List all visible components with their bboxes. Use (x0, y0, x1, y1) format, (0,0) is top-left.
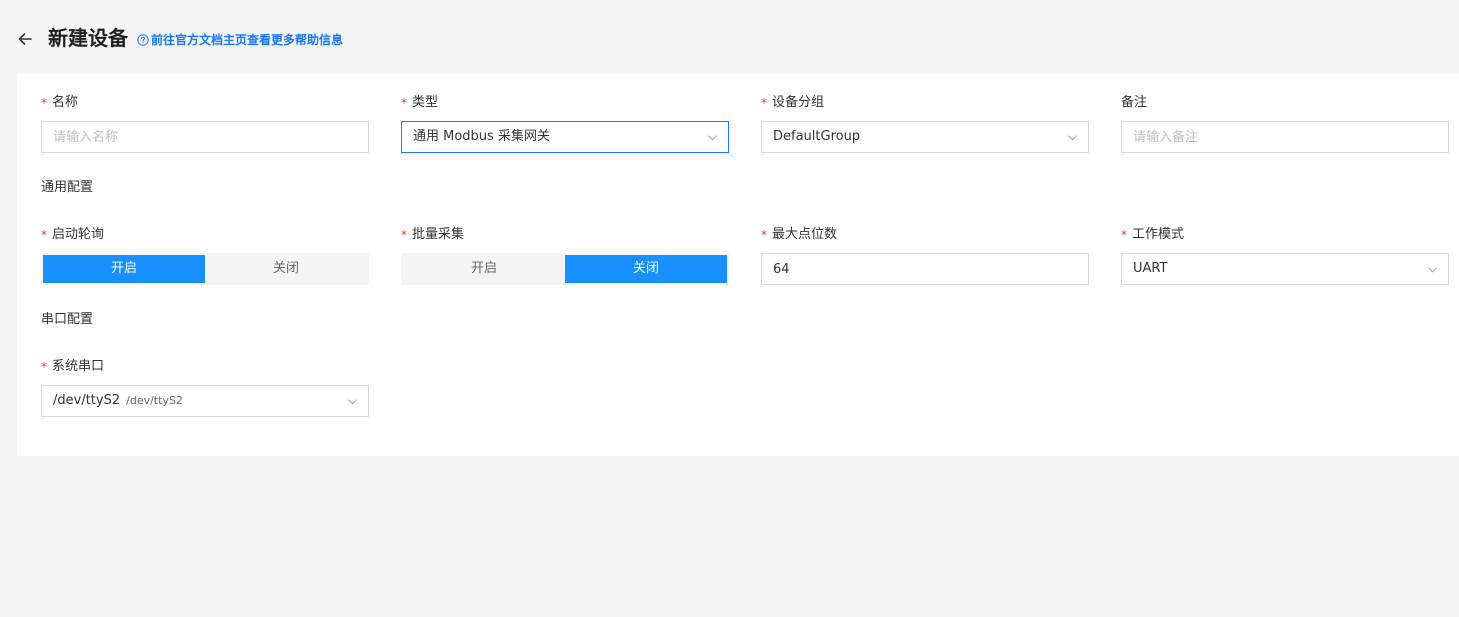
help-link-text: 前往官方文档主页查看更多帮助信息 (151, 33, 344, 47)
general-config-title: 通用配置 (41, 180, 94, 195)
group-label-text: 设备分组 (772, 95, 825, 110)
group-field: * 设备分组 DefaultGroup (761, 94, 1089, 153)
required-mark: * (1121, 228, 1127, 242)
page-header: 新建设备 前往官方文档主页查看更多帮助信息 (0, 0, 1459, 74)
work-mode-label: * 工作模式 (1121, 226, 1449, 244)
work-mode-field: * 工作模式 UART (1121, 226, 1449, 285)
work-mode-select[interactable]: UART (1121, 253, 1449, 285)
polling-off-option[interactable]: 关闭 (205, 255, 367, 283)
required-mark: * (41, 96, 47, 110)
name-label: * 名称 (41, 94, 369, 112)
required-mark: * (401, 96, 407, 110)
polling-field: * 启动轮询 开启 关闭 (41, 226, 369, 285)
batch-on-option[interactable]: 开启 (403, 255, 565, 283)
required-mark: * (41, 228, 47, 242)
serial-port-value: /dev/ttyS2 (53, 393, 121, 408)
polling-toggle: 开启 关闭 (41, 253, 369, 285)
form-panel: * 名称 * 类型 通用 Modbus 采集网关 * 设备分组 DefaultG… (17, 74, 1459, 456)
required-mark: * (761, 228, 767, 242)
batch-label-text: 批量采集 (412, 227, 465, 242)
required-mark: * (41, 360, 47, 374)
serial-port-field: * 系统串口 /dev/ttyS2/dev/ttyS2 (41, 358, 369, 417)
chevron-down-icon (1068, 135, 1077, 141)
question-circle-icon (137, 34, 149, 46)
batch-field: * 批量采集 开启 关闭 (401, 226, 729, 285)
remark-label-text: 备注 (1121, 95, 1148, 110)
work-mode-label-text: 工作模式 (1132, 227, 1185, 242)
group-select[interactable]: DefaultGroup (761, 121, 1089, 153)
chevron-down-icon (348, 399, 357, 405)
page-title: 新建设备 (48, 26, 128, 50)
max-points-field: * 最大点位数 (761, 226, 1089, 285)
chevron-down-icon (1428, 267, 1437, 273)
batch-off-option[interactable]: 关闭 (565, 255, 727, 283)
group-label: * 设备分组 (761, 94, 1089, 112)
type-label: * 类型 (401, 94, 729, 112)
group-select-value: DefaultGroup (773, 129, 861, 144)
type-label-text: 类型 (412, 95, 439, 110)
remark-field: 备注 (1121, 94, 1449, 153)
serial-config-title: 串口配置 (41, 312, 94, 327)
name-field: * 名称 (41, 94, 369, 153)
max-points-label-text: 最大点位数 (772, 227, 838, 242)
chevron-down-icon (708, 135, 717, 141)
max-points-input[interactable] (761, 253, 1089, 285)
serial-port-label-text: 系统串口 (52, 359, 105, 374)
max-points-label: * 最大点位数 (761, 226, 1089, 244)
required-mark: * (401, 228, 407, 242)
polling-on-option[interactable]: 开启 (43, 255, 205, 283)
polling-label-text: 启动轮询 (52, 227, 105, 242)
polling-label: * 启动轮询 (41, 226, 369, 244)
name-label-text: 名称 (52, 95, 79, 110)
batch-label: * 批量采集 (401, 226, 729, 244)
work-mode-select-value: UART (1133, 261, 1168, 276)
name-input[interactable] (41, 121, 369, 153)
type-select[interactable]: 通用 Modbus 采集网关 (401, 121, 729, 153)
remark-input[interactable] (1121, 121, 1449, 153)
batch-toggle: 开启 关闭 (401, 253, 729, 285)
remark-label: 备注 (1121, 94, 1449, 112)
serial-port-select[interactable]: /dev/ttyS2/dev/ttyS2 (41, 385, 369, 417)
back-arrow-icon[interactable] (14, 28, 36, 50)
type-select-value: 通用 Modbus 采集网关 (413, 129, 550, 144)
required-mark: * (761, 96, 767, 110)
serial-port-subvalue: /dev/ttyS2 (126, 394, 183, 407)
type-field: * 类型 通用 Modbus 采集网关 (401, 94, 729, 153)
help-docs-link[interactable]: 前往官方文档主页查看更多帮助信息 (137, 32, 343, 48)
serial-port-label: * 系统串口 (41, 358, 369, 376)
